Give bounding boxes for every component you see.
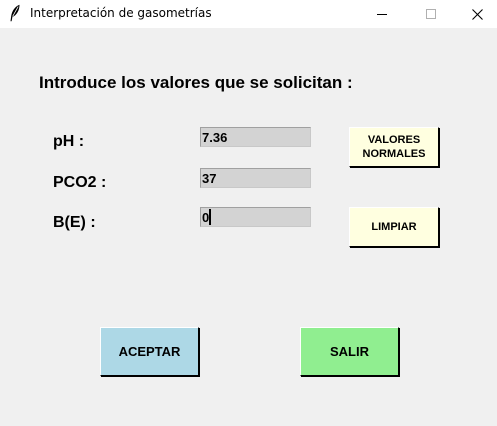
salir-button[interactable]: SALIR: [300, 327, 399, 376]
minimize-icon: [377, 14, 387, 15]
title-bar[interactable]: Interpretación de gasometrías: [0, 0, 497, 28]
maximize-icon: [426, 9, 436, 19]
valores-normales-button[interactable]: VALORES NORMALES: [349, 127, 439, 167]
app-window: Interpretación de gasometrías Introduce …: [0, 0, 497, 426]
text-cursor: [209, 209, 211, 225]
close-button[interactable]: [454, 0, 497, 28]
minimize-button[interactable]: [359, 0, 405, 28]
aceptar-button[interactable]: ACEPTAR: [100, 327, 199, 376]
maximize-button[interactable]: [408, 0, 454, 28]
ph-label: pH :: [53, 133, 85, 150]
instructions-heading: Introduce los valores que se solicitan :: [39, 73, 353, 92]
close-icon: [471, 8, 483, 20]
limpiar-button[interactable]: LIMPIAR: [349, 207, 439, 247]
be-label: B(E) :: [53, 214, 96, 231]
pco2-input[interactable]: [200, 168, 311, 188]
be-input[interactable]: [200, 207, 311, 227]
ph-input[interactable]: [200, 127, 311, 147]
window-title: Interpretación de gasometrías: [30, 6, 212, 20]
pco2-label: PCO2 :: [53, 174, 107, 191]
feather-icon: [10, 4, 20, 22]
